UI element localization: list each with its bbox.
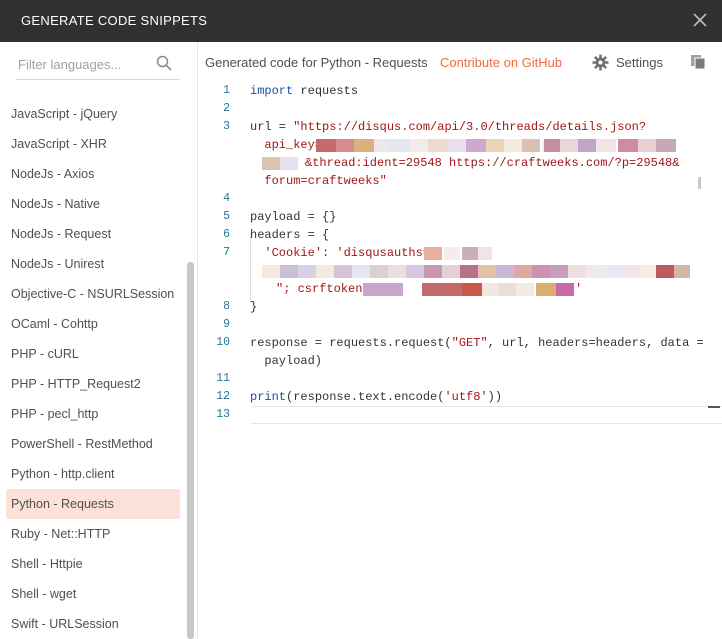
code-line: &thread:ident=29548 https://craftweeks.c… bbox=[305, 156, 680, 170]
language-item[interactable]: Shell - wget bbox=[6, 579, 180, 609]
line-number: 3 bbox=[223, 120, 230, 133]
language-item[interactable]: OCaml - Cohttp bbox=[6, 309, 180, 339]
settings-label: Settings bbox=[616, 55, 663, 70]
language-item[interactable]: Python - http.client bbox=[6, 459, 180, 489]
line-number: 12 bbox=[216, 390, 230, 403]
language-item[interactable]: Ruby - Net::HTTP bbox=[6, 519, 180, 549]
dialog-titlebar: GENERATE CODE SNIPPETS bbox=[0, 0, 722, 42]
code-line: 'Cookie': 'disqusauths=" bbox=[264, 246, 438, 260]
line-number: 5 bbox=[223, 210, 230, 223]
overview-ruler-marker bbox=[708, 406, 720, 408]
language-item[interactable]: PHP - cURL bbox=[6, 339, 180, 369]
code-line: import requests bbox=[250, 84, 359, 98]
indent-guide bbox=[250, 233, 251, 303]
code-editor[interactable]: 1 2 3 4 5 6 7 8 9 10 11 12 13 import req… bbox=[198, 82, 722, 639]
code-line: headers = { bbox=[250, 228, 330, 242]
dialog-title: GENERATE CODE SNIPPETS bbox=[21, 13, 208, 28]
language-item[interactable]: PowerShell - RestMethod bbox=[6, 429, 180, 459]
code-line: forum=craftweeks" bbox=[250, 174, 387, 188]
line-number: 10 bbox=[216, 336, 230, 349]
code-line: "; csrftoken= bbox=[276, 282, 370, 296]
current-line-highlight[interactable] bbox=[251, 406, 722, 424]
line-number: 1 bbox=[223, 84, 230, 97]
language-item[interactable]: PHP - HTTP_Request2 bbox=[6, 369, 180, 399]
line-number: 8 bbox=[223, 300, 230, 313]
line-number: 9 bbox=[223, 318, 230, 331]
search-icon[interactable] bbox=[156, 55, 172, 71]
language-item[interactable]: JavaScript - XHR bbox=[6, 129, 180, 159]
language-sidebar: JavaScript - jQuery JavaScript - XHR Nod… bbox=[0, 42, 198, 639]
language-item-selected[interactable]: Python - Requests bbox=[6, 489, 180, 519]
close-icon[interactable] bbox=[692, 12, 708, 28]
code-line: payload = {} bbox=[250, 210, 337, 224]
language-item[interactable]: NodeJs - Native bbox=[6, 189, 180, 219]
copy-icon[interactable] bbox=[690, 54, 706, 70]
line-number: 2 bbox=[223, 102, 230, 115]
contribute-github-link[interactable]: Contribute on GitHub bbox=[440, 55, 562, 70]
code-panel: Generated code for Python - Requests Con… bbox=[198, 42, 722, 639]
language-item[interactable]: NodeJs - Unirest bbox=[6, 249, 180, 279]
filter-field bbox=[16, 51, 180, 80]
language-item[interactable]: PHP - pecl_http bbox=[6, 399, 180, 429]
code-line: print(response.text.encode('utf8')) bbox=[250, 390, 503, 404]
generated-code-title: Generated code for Python - Requests bbox=[205, 55, 428, 70]
language-item[interactable]: NodeJs - Request bbox=[6, 219, 180, 249]
language-item[interactable]: Objective-C - NSURLSession bbox=[6, 279, 180, 309]
language-item[interactable]: Shell - Httpie bbox=[6, 549, 180, 579]
code-line: ' bbox=[575, 282, 583, 296]
sidebar-scrollbar-thumb[interactable] bbox=[187, 262, 194, 639]
code-line: url = "https://disqus.com/api/3.0/thread… bbox=[250, 120, 647, 134]
filter-languages-input[interactable] bbox=[16, 51, 153, 77]
line-number: 11 bbox=[216, 372, 230, 385]
line-number: 7 bbox=[223, 246, 230, 259]
code-line: payload) bbox=[250, 354, 323, 368]
language-item[interactable]: Swift - URLSession bbox=[6, 609, 180, 639]
line-number: 13 bbox=[216, 408, 230, 421]
code-line: response = requests.request("GET", url, … bbox=[250, 336, 704, 350]
code-line: } bbox=[250, 300, 258, 314]
line-number: 4 bbox=[223, 192, 230, 205]
language-item[interactable]: JavaScript - jQuery bbox=[6, 99, 180, 129]
line-number: 6 bbox=[223, 228, 230, 241]
language-item[interactable]: NodeJs - Axios bbox=[6, 159, 180, 189]
code-panel-header: Generated code for Python - Requests Con… bbox=[198, 42, 722, 82]
gear-icon bbox=[592, 54, 609, 71]
code-line: api_key= bbox=[250, 138, 323, 152]
